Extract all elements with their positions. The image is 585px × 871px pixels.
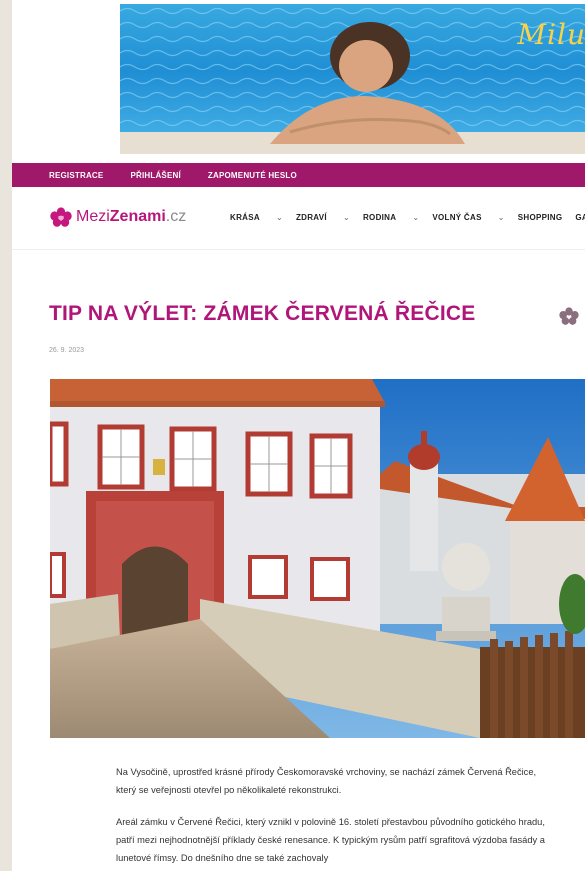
top-banner-ad[interactable]: Milu xyxy=(120,4,585,154)
account-bar: REGISTRACE PŘIHLÁŠENÍ ZAPOMENUTÉ HESLO xyxy=(12,163,585,187)
category-menu: KRÁSA ⌄ ZDRAVÍ ⌄ RODINA ⌄ VOLNÝ ČAS ⌄ SHOPPI… xyxy=(230,213,585,222)
article-image xyxy=(50,379,585,738)
article-paragraph: Na Vysočině, uprostřed krásné přírody Če… xyxy=(116,767,537,795)
register-link[interactable]: REGISTRACE xyxy=(49,171,103,180)
menu-item-rodina[interactable]: RODINA ⌄ xyxy=(363,213,419,222)
logo-text: MeziZenami.cz xyxy=(76,208,187,225)
menu-item-krasa[interactable]: KRÁSA ⌄ xyxy=(230,213,283,222)
forgot-password-link[interactable]: ZAPOMENUTÉ HESLO xyxy=(208,171,297,180)
article-date: 26. 9. 2023 xyxy=(49,347,85,354)
article-title: TIP NA VÝLET: ZÁMEK ČERVENÁ ŘEČICE xyxy=(49,302,476,325)
chevron-down-icon: ⌄ xyxy=(497,213,505,222)
main-navigation: MeziZenami.cz KRÁSA ⌄ ZDRAVÍ ⌄ RODINA ⌄ VOL… xyxy=(12,187,585,250)
menu-item-gastro[interactable]: GASTR xyxy=(575,213,585,222)
banner-image xyxy=(120,4,585,154)
article-body: Na Vysočině, uprostřed krásné přírody Če… xyxy=(116,763,556,871)
banner-brand: Milu xyxy=(517,18,585,51)
menu-item-volny-cas[interactable]: VOLNÝ ČAS ⌄ xyxy=(432,213,504,222)
login-link[interactable]: PŘIHLÁŠENÍ xyxy=(130,171,180,180)
chevron-down-icon: ⌄ xyxy=(412,213,420,222)
menu-item-shopping[interactable]: SHOPPING xyxy=(518,213,563,222)
site-logo[interactable]: MeziZenami.cz xyxy=(50,207,186,227)
flower-logo-icon xyxy=(50,207,72,227)
article-paragraph: Areál zámku v Červené Řečici, který vzni… xyxy=(116,817,545,863)
chevron-down-icon: ⌄ xyxy=(275,213,283,222)
flower-decoration-icon xyxy=(559,307,579,325)
menu-item-zdravi[interactable]: ZDRAVÍ ⌄ xyxy=(296,213,350,222)
chevron-down-icon: ⌄ xyxy=(342,213,350,222)
page: Milu REGISTRACE PŘIHLÁŠENÍ ZAPOMENUTÉ HE… xyxy=(12,0,585,871)
